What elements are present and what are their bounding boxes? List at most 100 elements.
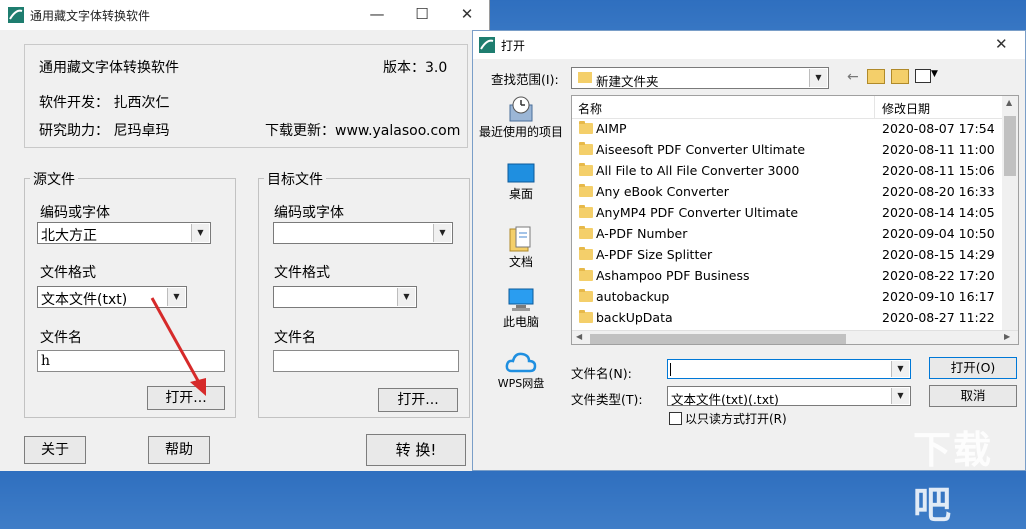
file-date: 2020-08-20 16:33 [882, 184, 995, 199]
file-name: AnyMP4 PDF Converter Ultimate [596, 205, 799, 220]
assistant-text: 研究助力： 尼玛卓玛 [39, 123, 170, 139]
red-arrow-annotation [150, 297, 206, 396]
file-list[interactable]: 名称 ^ 修改日期 AIMP 2020-08-07 17:54 Aiseesoft … [571, 95, 1019, 345]
look-in-select[interactable]: 新建文件夹 ▼ [571, 67, 829, 89]
file-date: 2020-08-11 11:00 [882, 142, 995, 157]
info-panel: 通用藏文字体转换软件 版本：3.0 软件开发： 扎西次仁 研究助力： 尼玛卓玛 … [24, 44, 468, 148]
readonly-checkbox[interactable] [669, 412, 682, 425]
source-encoding-select[interactable]: 北大方正 ▼ [37, 222, 211, 244]
chevron-down-icon[interactable]: ▼ [191, 224, 209, 242]
app-logo-icon [479, 37, 495, 53]
scroll-up-icon[interactable]: ▲ [1006, 98, 1012, 107]
dialog-open-button[interactable]: 打开(O) [929, 357, 1017, 379]
developer-text: 软件开发： 扎西次仁 [39, 95, 170, 111]
file-name: Aiseesoft PDF Converter Ultimate [596, 142, 806, 157]
file-name: backUpData [596, 310, 673, 325]
file-row[interactable]: AIMP 2020-08-07 17:54 [572, 119, 1002, 140]
file-row[interactable]: autobackup 2020-09-10 16:17 [572, 287, 1002, 308]
filetype-select[interactable]: 文本文件(txt)(.txt) ▼ [667, 386, 911, 407]
dialog-cancel-button[interactable]: 取消 [929, 385, 1017, 407]
scroll-left-icon[interactable]: ◀ [576, 332, 582, 341]
filename-label: 文件名(N): [571, 366, 632, 381]
open-file-dialog: 打开 ✕ 查找范围(I): 新建文件夹 ▼ ← ▼ 最近使用的项目 桌面 文档 … [472, 30, 1026, 527]
folder-icon [579, 184, 593, 197]
desktop-icon [507, 163, 535, 183]
sidebar-item-computer[interactable]: 此电脑 [479, 287, 563, 330]
file-name: A-PDF Number [596, 226, 688, 241]
about-button[interactable]: 关于 [24, 436, 86, 464]
file-row[interactable]: Aiseesoft PDF Converter Ultimate 2020-08-… [572, 140, 1002, 161]
column-divider[interactable] [874, 96, 875, 118]
main-window-title: 通用藏文字体转换软件 [30, 9, 151, 23]
file-row[interactable]: All File to All File Converter 3000 2020-… [572, 161, 1002, 182]
version-text: 版本：3.0 [383, 60, 448, 76]
sidebar-label: 此电脑 [502, 315, 539, 329]
look-in-label: 查找范围(I): [491, 72, 559, 87]
target-encoding-select[interactable]: ▼ [273, 222, 453, 244]
up-folder-icon[interactable] [867, 69, 885, 84]
vertical-scrollbar[interactable]: ▲ [1002, 96, 1018, 330]
file-row[interactable]: AnyMP4 PDF Converter Ultimate 2020-08-14 … [572, 203, 1002, 224]
new-folder-icon[interactable] [891, 69, 909, 84]
main-titlebar[interactable]: 通用藏文字体转换软件 — ☐ ✕ [0, 0, 489, 30]
close-button[interactable]: ✕ [445, 0, 489, 28]
back-arrow-icon[interactable]: ← [847, 69, 859, 85]
scrollbar-thumb[interactable] [590, 334, 846, 344]
chevron-down-icon[interactable]: ▼ [891, 388, 909, 404]
horizontal-scrollbar[interactable]: ◀ ▶ [572, 330, 1018, 344]
file-date: 2020-08-11 15:06 [882, 163, 995, 178]
sort-chevron-icon: ^ [720, 95, 729, 103]
file-row[interactable]: Ashampoo PDF Business 2020-08-22 17:20 [572, 266, 1002, 287]
chevron-down-icon[interactable]: ▼ [931, 69, 938, 79]
file-row[interactable]: Any eBook Converter 2020-08-20 16:33 [572, 182, 1002, 203]
app-logo-icon [8, 7, 24, 23]
sidebar-label: 桌面 [508, 187, 533, 201]
folder-icon [579, 163, 593, 176]
folder-icon [579, 247, 593, 260]
file-row[interactable]: backUpData 2020-08-27 11:22 [572, 308, 1002, 329]
column-header-modified[interactable]: 修改日期 [882, 100, 930, 117]
file-name: AIMP [596, 121, 627, 136]
sidebar-item-documents[interactable]: 文档 [479, 225, 563, 270]
maximize-button[interactable]: ☐ [400, 0, 444, 28]
target-filename-input[interactable] [273, 350, 459, 372]
file-date: 2020-08-15 14:29 [882, 247, 995, 262]
file-row[interactable]: A-PDF Number 2020-09-04 10:50 [572, 224, 1002, 245]
file-rows: AIMP 2020-08-07 17:54 Aiseesoft PDF Conver… [572, 119, 1002, 344]
text-caret [670, 363, 671, 376]
computer-icon [508, 288, 534, 311]
dialog-titlebar[interactable]: 打开 ✕ [473, 31, 1025, 59]
scrollbar-thumb[interactable] [1004, 116, 1016, 176]
chevron-down-icon[interactable]: ▼ [397, 288, 415, 306]
file-name: All File to All File Converter 3000 [596, 163, 800, 178]
chevron-down-icon[interactable]: ▼ [891, 361, 909, 377]
help-button[interactable]: 帮助 [148, 436, 210, 464]
dialog-close-button[interactable]: ✕ [995, 35, 1008, 53]
sidebar-label: WPS网盘 [497, 377, 545, 390]
folder-icon [579, 121, 593, 134]
target-open-button[interactable]: 打开... [378, 388, 458, 412]
download-url-text: 下载更新：www.yalasoo.com [265, 123, 461, 139]
file-row[interactable]: A-PDF Size Splitter 2020-08-15 14:29 [572, 245, 1002, 266]
convert-button[interactable]: 转 换! [366, 434, 466, 466]
view-menu-icon[interactable] [915, 69, 931, 83]
cloud-icon [505, 352, 537, 373]
sidebar-item-desktop[interactable]: 桌面 [479, 163, 563, 202]
file-name: A-PDF Size Splitter [596, 247, 713, 262]
target-format-select[interactable]: ▼ [273, 286, 417, 308]
main-window: 通用藏文字体转换软件 — ☐ ✕ 通用藏文字体转换软件 版本：3.0 软件开发：… [0, 0, 490, 471]
scroll-right-icon[interactable]: ▶ [1004, 332, 1010, 341]
sidebar-item-wps-cloud[interactable]: WPS网盘 [479, 349, 563, 391]
file-name: Any eBook Converter [596, 184, 729, 199]
chevron-down-icon[interactable]: ▼ [433, 224, 451, 242]
folder-icon [579, 142, 593, 155]
file-date: 2020-09-10 16:17 [882, 289, 995, 304]
minimize-button[interactable]: — [355, 0, 399, 28]
source-encoding-value: 北大方正 [41, 228, 97, 244]
chevron-down-icon[interactable]: ▼ [809, 69, 827, 87]
dialog-filename-input[interactable]: ▼ [667, 359, 911, 379]
sidebar-item-recent[interactable]: 最近使用的项目 [479, 95, 563, 140]
column-header-name[interactable]: 名称 [578, 100, 602, 117]
folder-icon [579, 268, 593, 281]
filetype-value: 文本文件(txt)(.txt) [671, 392, 779, 407]
